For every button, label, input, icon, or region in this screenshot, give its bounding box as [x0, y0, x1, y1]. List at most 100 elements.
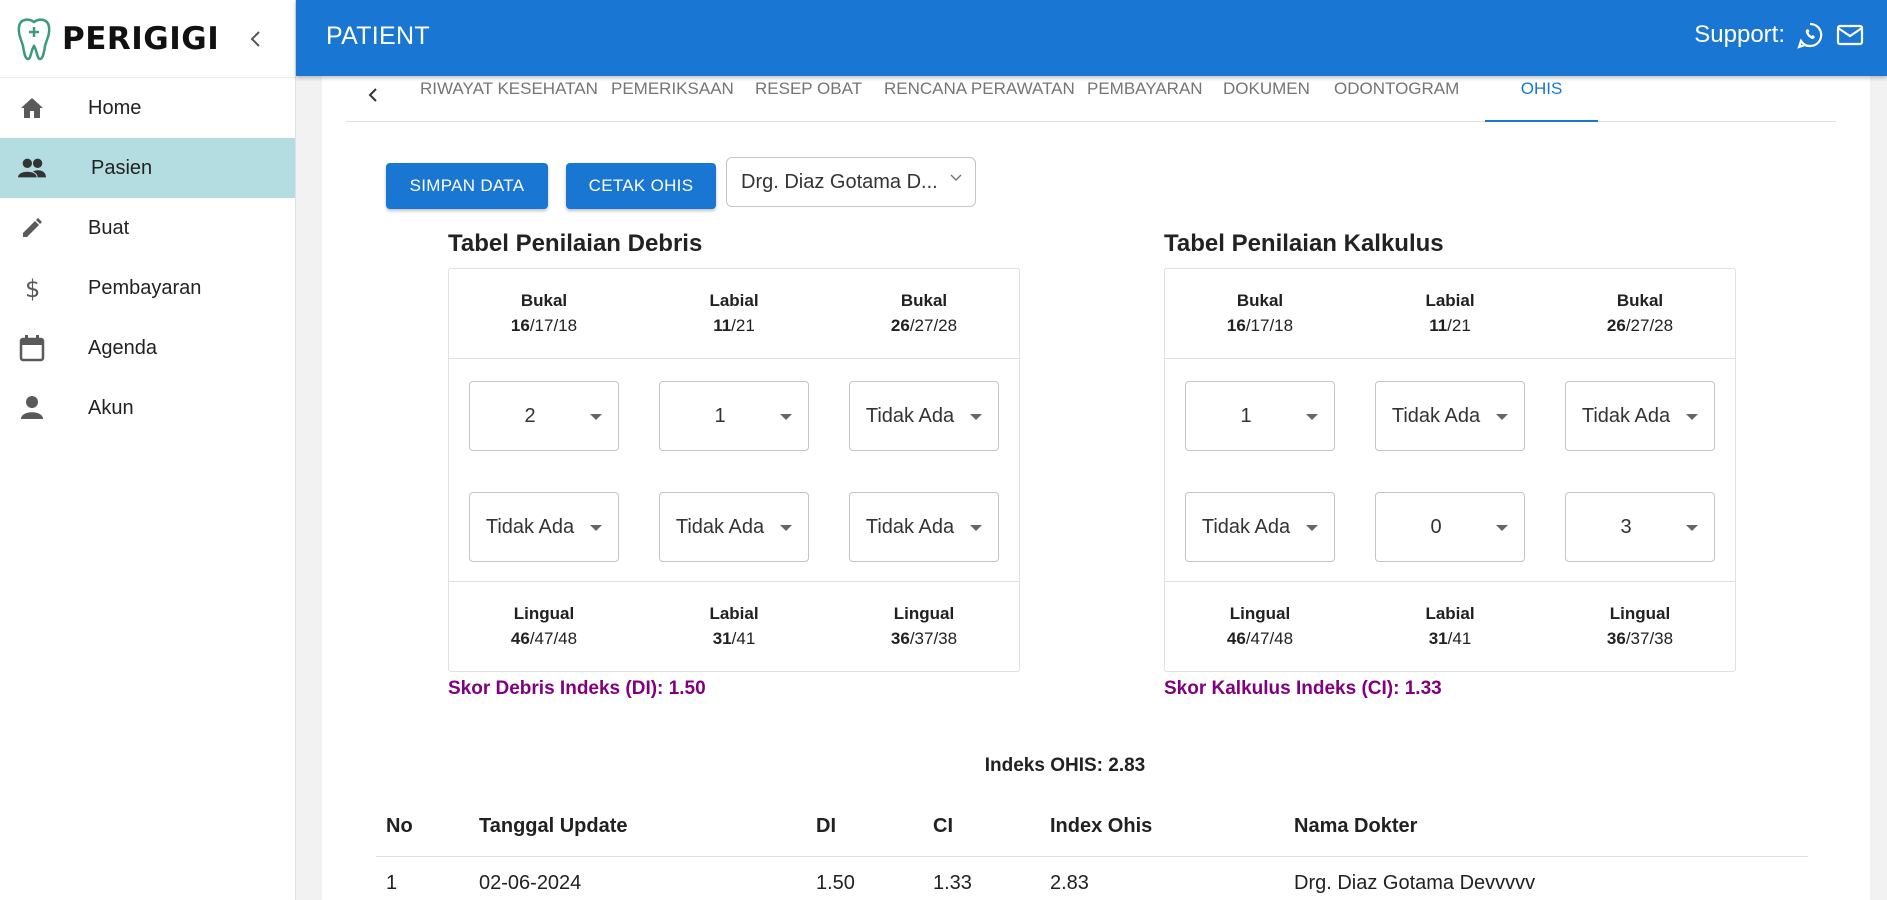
debris-select-46[interactable]: Tidak Ada	[469, 492, 619, 562]
caret-down-icon	[970, 525, 982, 531]
sidebar-item-label: Pasien	[91, 156, 153, 179]
sidebar-item-label: Agenda	[88, 336, 157, 359]
calculus-select-36[interactable]: 3	[1565, 492, 1715, 562]
home-icon	[18, 94, 46, 122]
person-icon	[18, 394, 46, 422]
tooth-header: Bukal 16/17/18	[510, 291, 578, 335]
column-header-tanggal-update: Tanggal Update	[479, 815, 628, 837]
tooth-logo-icon	[17, 17, 51, 60]
caret-down-icon	[1306, 414, 1318, 420]
calculus-row-lower: Tidak Ada 0 3	[1165, 492, 1735, 562]
svg-text:$: $	[25, 275, 40, 302]
debris-header-top: Bukal 16/17/18 Labial 11/21 Bukal 26/27/28	[449, 269, 1019, 359]
sidebar-item-pembayaran[interactable]: $ Pembayaran	[0, 258, 295, 318]
sidebar-item-pasien[interactable]: Pasien	[0, 138, 295, 198]
calculus-table: Bukal 16/17/18 Labial 11/21 Bukal 26/27/28 …	[1164, 268, 1736, 672]
cell-di: 1.50	[816, 872, 855, 894]
tab-bar: RIWAYAT KESEHATAN PEMERIKSAAN RESEP OBAT…	[346, 76, 1836, 122]
tooth-header: Labial 11/21	[1425, 291, 1475, 335]
pencil-icon	[18, 214, 46, 242]
table-header-row: No Tanggal Update DI CI Index Ohis Nama …	[376, 798, 1808, 857]
tab-odontogram[interactable]: ODONTOGRAM	[1334, 80, 1459, 122]
calendar-icon	[18, 334, 46, 362]
mail-icon[interactable]	[1835, 20, 1865, 50]
support-label: Support:	[1694, 21, 1785, 48]
sidebar-item-buat[interactable]: Buat	[0, 198, 295, 258]
caret-down-icon	[1306, 525, 1318, 531]
calculus-select-26[interactable]: Tidak Ada	[1565, 381, 1715, 451]
caret-down-icon	[1496, 414, 1508, 420]
doctor-select[interactable]: Drg. Diaz Gotama D...	[726, 157, 976, 207]
calculus-row-upper: 1 Tidak Ada Tidak Ada	[1165, 381, 1735, 451]
save-data-button[interactable]: SIMPAN DATA	[386, 163, 548, 209]
caret-down-icon	[1686, 525, 1698, 531]
tooth-header: Labial 11/21	[709, 291, 759, 335]
debris-select-11[interactable]: 1	[659, 381, 809, 451]
tooth-header: Lingual 36/37/38	[890, 604, 958, 648]
sidebar-item-akun[interactable]: Akun	[0, 378, 295, 438]
caret-down-icon	[1686, 414, 1698, 420]
top-app-bar: PATIENT Support:	[296, 0, 1887, 76]
calculus-header-top: Bukal 16/17/18 Labial 11/21 Bukal 26/27/28	[1165, 269, 1735, 359]
tab-ohis[interactable]: OHIS	[1485, 80, 1598, 122]
calculus-select-31[interactable]: 0	[1375, 492, 1525, 562]
cell-index-ohis: 2.83	[1050, 872, 1089, 894]
whatsapp-icon[interactable]	[1795, 20, 1825, 50]
tooth-header: Lingual 46/47/48	[1226, 604, 1294, 648]
tab-riwayat-kesehatan[interactable]: RIWAYAT KESEHATAN	[420, 80, 598, 122]
column-header-di: DI	[816, 815, 836, 837]
table-row: 1 02-06-2024 1.50 1.33 2.83 Drg. Diaz Go…	[376, 857, 1808, 900]
tab-rencana-perawatan[interactable]: RENCANA PERAWATAN	[884, 80, 1075, 122]
debris-table: Bukal 16/17/18 Labial 11/21 Bukal 26/27/28 …	[448, 268, 1020, 672]
column-header-no: No	[386, 815, 413, 837]
dollar-icon: $	[18, 274, 46, 302]
caret-down-icon	[780, 525, 792, 531]
print-ohis-button[interactable]: CETAK OHIS	[566, 163, 716, 209]
support-area: Support:	[1694, 20, 1865, 50]
debris-select-26[interactable]: Tidak Ada	[849, 381, 999, 451]
calculus-table-title: Tabel Penilaian Kalkulus	[1164, 230, 1444, 257]
column-header-ci: CI	[933, 815, 953, 837]
page-title: PATIENT	[326, 22, 430, 50]
main-panel: RIWAYAT KESEHATAN PEMERIKSAAN RESEP OBAT…	[322, 76, 1870, 900]
debris-score: Skor Debris Indeks (DI): 1.50	[448, 678, 706, 699]
collapse-sidebar-button[interactable]	[243, 26, 269, 52]
tab-scroll-left-button[interactable]	[360, 80, 386, 110]
debris-select-31[interactable]: Tidak Ada	[659, 492, 809, 562]
chevron-left-icon	[250, 31, 260, 47]
sidebar-item-label: Buat	[88, 216, 130, 239]
caret-down-icon	[590, 525, 602, 531]
sidebar-item-label: Pembayaran	[88, 276, 202, 299]
caret-down-icon	[1496, 525, 1508, 531]
calculus-header-bottom: Lingual 46/47/48 Labial 31/41 Lingual 36/37…	[1165, 581, 1735, 671]
brand: PERIGIGI	[0, 0, 295, 78]
chevron-down-icon	[950, 174, 962, 182]
ohis-history-table: No Tanggal Update DI CI Index Ohis Nama …	[376, 798, 1808, 900]
tooth-header: Bukal 16/17/18	[1226, 291, 1294, 335]
calculus-select-11[interactable]: Tidak Ada	[1375, 381, 1525, 451]
tooth-header: Labial 31/41	[709, 604, 759, 648]
cell-no: 1	[386, 872, 398, 894]
ohis-index-total: Indeks OHIS: 2.83	[984, 755, 1146, 776]
cell-ci: 1.33	[933, 872, 972, 894]
calculus-select-16[interactable]: 1	[1185, 381, 1335, 451]
calculus-select-46[interactable]: Tidak Ada	[1185, 492, 1335, 562]
sidebar-item-agenda[interactable]: Agenda	[0, 318, 295, 378]
tooth-header: Labial 31/41	[1425, 604, 1475, 648]
tooth-header: Bukal 26/27/28	[1606, 291, 1674, 335]
tab-pemeriksaan[interactable]: PEMERIKSAAN	[611, 80, 734, 122]
tab-dokumen[interactable]: DOKUMEN	[1223, 80, 1310, 122]
brand-name: PERIGIGI	[62, 20, 220, 57]
caret-down-icon	[970, 414, 982, 420]
debris-select-36[interactable]: Tidak Ada	[849, 492, 999, 562]
debris-select-16[interactable]: 2	[469, 381, 619, 451]
calculus-score: Skor Kalkulus Indeks (CI): 1.33	[1164, 678, 1442, 699]
tab-resep-obat[interactable]: RESEP OBAT	[755, 80, 862, 122]
sidebar-item-home[interactable]: Home	[0, 78, 295, 138]
sidebar-item-label: Home	[88, 96, 142, 119]
tooth-header: Lingual 36/37/38	[1606, 604, 1674, 648]
sidebar-item-label: Akun	[88, 396, 134, 419]
debris-header-bottom: Lingual 46/47/48 Labial 31/41 Lingual 36/37…	[449, 581, 1019, 671]
tab-pembayaran[interactable]: PEMBAYARAN	[1087, 80, 1203, 122]
chevron-left-icon	[368, 88, 377, 102]
